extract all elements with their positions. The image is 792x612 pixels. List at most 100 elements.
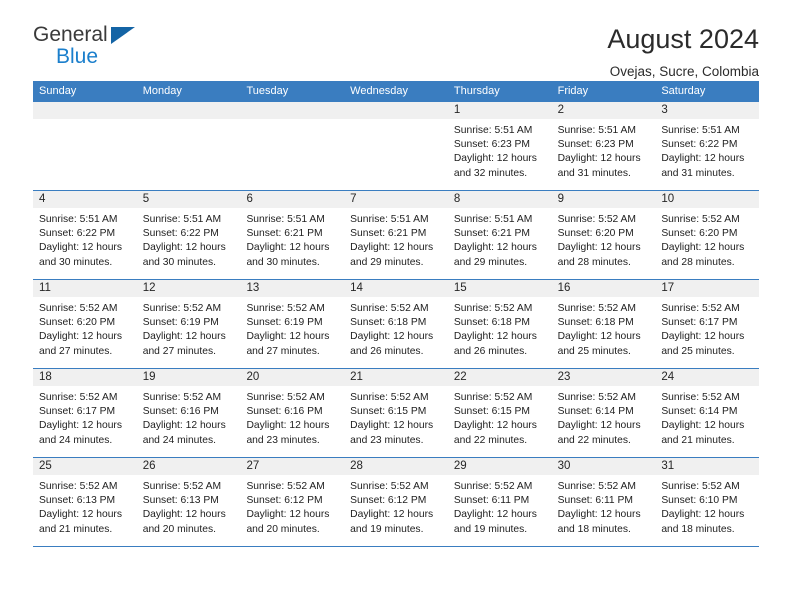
sunset-text: Sunset: 6:12 PM bbox=[246, 495, 323, 507]
day-sun-info: Sunrise: 5:52 AM Sunset: 6:16 PM Daylight:… bbox=[137, 386, 241, 448]
sunset-text: Sunset: 6:17 PM bbox=[661, 317, 738, 329]
calendar-day-cell[interactable]: 27 Sunrise: 5:52 AM Sunset: 6:12 PM Dayligh… bbox=[240, 458, 345, 546]
daylight-text-line1: Daylight: 12 hours bbox=[350, 509, 434, 521]
day-number: 27 bbox=[240, 458, 345, 475]
daylight-text-line1: Daylight: 12 hours bbox=[142, 420, 226, 432]
calendar-day-cell[interactable]: 7 Sunrise: 5:51 AM Sunset: 6:21 PM Daylight… bbox=[344, 191, 448, 279]
day-number: 24 bbox=[655, 369, 760, 386]
triangle-icon bbox=[111, 27, 135, 44]
sunrise-text: Sunrise: 5:52 AM bbox=[142, 303, 222, 314]
daylight-text-line2: and 18 minutes. bbox=[557, 523, 631, 535]
day-sun-info: Sunrise: 5:52 AM Sunset: 6:11 PM Daylight:… bbox=[448, 475, 552, 537]
calendar-day-cell[interactable]: 19 Sunrise: 5:52 AM Sunset: 6:16 PM Dayligh… bbox=[136, 369, 241, 457]
calendar-week-row: 18 Sunrise: 5:52 AM Sunset: 6:17 PM Dayligh… bbox=[33, 369, 760, 458]
daylight-text-line2: and 24 minutes. bbox=[39, 434, 113, 446]
calendar-day-cell[interactable]: 14 Sunrise: 5:52 AM Sunset: 6:18 PM Dayligh… bbox=[344, 280, 448, 368]
day-sun-info: Sunrise: 5:52 AM Sunset: 6:12 PM Daylight:… bbox=[240, 475, 344, 537]
day-number: 12 bbox=[136, 280, 241, 297]
day-number: 3 bbox=[655, 102, 760, 119]
daylight-text-line1: Daylight: 12 hours bbox=[246, 242, 330, 254]
calendar-day-cell[interactable]: 17 Sunrise: 5:52 AM Sunset: 6:17 PM Dayligh… bbox=[655, 280, 760, 368]
calendar-day-cell[interactable]: 6 Sunrise: 5:51 AM Sunset: 6:21 PM Daylight… bbox=[240, 191, 345, 279]
page-header: General Blue August 2024 Ovejas, Sucre, … bbox=[33, 0, 759, 79]
daylight-text-line2: and 30 minutes. bbox=[39, 256, 113, 268]
daylight-text-line1: Daylight: 12 hours bbox=[246, 331, 330, 343]
sunset-text: Sunset: 6:13 PM bbox=[142, 495, 219, 507]
calendar-day-cell[interactable]: 8 Sunrise: 5:51 AM Sunset: 6:21 PM Daylight… bbox=[447, 191, 552, 279]
calendar-day-cell[interactable]: 18 Sunrise: 5:52 AM Sunset: 6:17 PM Dayligh… bbox=[33, 369, 137, 457]
weekday-header-tuesday: Tuesday bbox=[246, 85, 289, 97]
calendar-weeks: 1 Sunrise: 5:51 AM Sunset: 6:23 PM Daylight… bbox=[33, 102, 760, 547]
sunset-text: Sunset: 6:23 PM bbox=[453, 139, 531, 151]
daylight-text-line2: and 29 minutes. bbox=[453, 256, 528, 268]
day-number: 30 bbox=[551, 458, 656, 475]
daylight-text-line1: Daylight: 12 hours bbox=[39, 420, 122, 432]
sunset-text: Sunset: 6:13 PM bbox=[39, 495, 116, 507]
calendar-day-cell[interactable]: 15 Sunrise: 5:52 AM Sunset: 6:18 PM Dayligh… bbox=[447, 280, 552, 368]
sunrise-text: Sunrise: 5:51 AM bbox=[453, 125, 533, 136]
calendar-day-cell[interactable]: 10 Sunrise: 5:52 AM Sunset: 6:20 PM Dayligh… bbox=[655, 191, 760, 279]
calendar-day-cell[interactable]: 31 Sunrise: 5:52 AM Sunset: 6:10 PM Dayligh… bbox=[655, 458, 760, 546]
calendar-day-cell[interactable]: 16 Sunrise: 5:52 AM Sunset: 6:18 PM Dayligh… bbox=[551, 280, 656, 368]
day-sun-info: Sunrise: 5:51 AM Sunset: 6:22 PM Daylight:… bbox=[137, 208, 241, 270]
weekday-header-wednesday: Wednesday bbox=[350, 85, 409, 97]
daylight-text-line1: Daylight: 12 hours bbox=[39, 242, 122, 254]
sunrise-text: Sunrise: 5:52 AM bbox=[661, 214, 740, 225]
day-sun-info: Sunrise: 5:52 AM Sunset: 6:20 PM Daylight:… bbox=[33, 297, 137, 359]
sunrise-text: Sunrise: 5:52 AM bbox=[246, 303, 325, 314]
brand-logo[interactable]: General Blue bbox=[33, 24, 143, 72]
calendar-week-row: 1 Sunrise: 5:51 AM Sunset: 6:23 PM Daylight… bbox=[33, 102, 760, 191]
calendar-day-cell[interactable]: 30 Sunrise: 5:52 AM Sunset: 6:11 PM Dayligh… bbox=[551, 458, 656, 546]
sunset-text: Sunset: 6:20 PM bbox=[661, 228, 738, 240]
sunset-text: Sunset: 6:14 PM bbox=[557, 406, 634, 418]
sunset-text: Sunset: 6:18 PM bbox=[557, 317, 634, 329]
calendar-day-cell[interactable]: 24 Sunrise: 5:52 AM Sunset: 6:14 PM Dayligh… bbox=[655, 369, 760, 457]
day-sun-info: Sunrise: 5:51 AM Sunset: 6:23 PM Daylight:… bbox=[552, 119, 656, 181]
day-number: 4 bbox=[33, 191, 137, 208]
calendar-day-cell[interactable]: 21 Sunrise: 5:52 AM Sunset: 6:15 PM Dayligh… bbox=[344, 369, 448, 457]
calendar-day-cell[interactable]: 1 Sunrise: 5:51 AM Sunset: 6:23 PM Daylight… bbox=[447, 102, 552, 190]
calendar-day-cell[interactable]: 9 Sunrise: 5:52 AM Sunset: 6:20 PM Daylight… bbox=[551, 191, 656, 279]
sunset-text: Sunset: 6:11 PM bbox=[557, 495, 633, 507]
day-number: 14 bbox=[344, 280, 448, 297]
sunset-text: Sunset: 6:16 PM bbox=[246, 406, 323, 418]
day-number: 23 bbox=[551, 369, 656, 386]
calendar-day-cell[interactable]: 29 Sunrise: 5:52 AM Sunset: 6:11 PM Dayligh… bbox=[447, 458, 552, 546]
day-number: 22 bbox=[447, 369, 552, 386]
day-number bbox=[33, 102, 137, 119]
brand-name-blue: Blue bbox=[56, 45, 99, 68]
calendar-day-cell[interactable]: 3 Sunrise: 5:51 AM Sunset: 6:22 PM Daylight… bbox=[655, 102, 760, 190]
day-number: 2 bbox=[551, 102, 656, 119]
calendar-day-cell[interactable]: 2 Sunrise: 5:51 AM Sunset: 6:23 PM Daylight… bbox=[551, 102, 656, 190]
daylight-text-line1: Daylight: 12 hours bbox=[453, 331, 537, 343]
sunrise-text: Sunrise: 5:52 AM bbox=[350, 392, 429, 403]
day-sun-info: Sunrise: 5:52 AM Sunset: 6:17 PM Daylight:… bbox=[655, 297, 759, 359]
calendar-day-cell[interactable]: 13 Sunrise: 5:52 AM Sunset: 6:19 PM Dayligh… bbox=[240, 280, 345, 368]
daylight-text-line2: and 30 minutes. bbox=[142, 256, 216, 268]
day-sun-info: Sunrise: 5:52 AM Sunset: 6:15 PM Daylight:… bbox=[344, 386, 448, 448]
sunrise-text: Sunrise: 5:52 AM bbox=[350, 481, 429, 492]
calendar-day-cell[interactable]: 12 Sunrise: 5:52 AM Sunset: 6:19 PM Dayligh… bbox=[136, 280, 241, 368]
calendar-day-cell[interactable]: 23 Sunrise: 5:52 AM Sunset: 6:14 PM Dayligh… bbox=[551, 369, 656, 457]
day-number: 15 bbox=[447, 280, 552, 297]
calendar-day-cell[interactable]: 22 Sunrise: 5:52 AM Sunset: 6:15 PM Dayligh… bbox=[447, 369, 552, 457]
sunset-text: Sunset: 6:14 PM bbox=[661, 406, 738, 418]
day-number: 10 bbox=[655, 191, 760, 208]
calendar-day-cell[interactable]: 11 Sunrise: 5:52 AM Sunset: 6:20 PM Dayligh… bbox=[33, 280, 137, 368]
daylight-text-line1: Daylight: 12 hours bbox=[661, 331, 745, 343]
calendar-day-cell[interactable]: 26 Sunrise: 5:52 AM Sunset: 6:13 PM Dayligh… bbox=[136, 458, 241, 546]
calendar-day-cell[interactable]: 5 Sunrise: 5:51 AM Sunset: 6:22 PM Daylight… bbox=[136, 191, 241, 279]
calendar-day-cell[interactable]: 4 Sunrise: 5:51 AM Sunset: 6:22 PM Daylight… bbox=[33, 191, 137, 279]
day-number: 7 bbox=[344, 191, 448, 208]
sunrise-text: Sunrise: 5:52 AM bbox=[142, 392, 222, 403]
day-number bbox=[344, 102, 448, 119]
calendar-day-cell[interactable]: 20 Sunrise: 5:52 AM Sunset: 6:16 PM Dayligh… bbox=[240, 369, 345, 457]
sunrise-text: Sunrise: 5:51 AM bbox=[557, 125, 637, 136]
weekday-header-sunday: Sunday bbox=[39, 85, 77, 97]
calendar-day-cell[interactable]: 25 Sunrise: 5:52 AM Sunset: 6:13 PM Dayligh… bbox=[33, 458, 137, 546]
sunrise-text: Sunrise: 5:52 AM bbox=[350, 303, 429, 314]
calendar-day-cell[interactable]: 28 Sunrise: 5:52 AM Sunset: 6:12 PM Dayligh… bbox=[344, 458, 448, 546]
calendar-week-row: 11 Sunrise: 5:52 AM Sunset: 6:20 PM Dayligh… bbox=[33, 280, 760, 369]
sunset-text: Sunset: 6:22 PM bbox=[142, 228, 219, 240]
day-number: 1 bbox=[447, 102, 552, 119]
